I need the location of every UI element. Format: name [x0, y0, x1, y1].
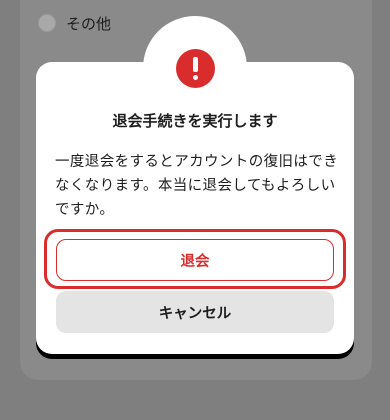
dialog-title: 退会手続きを実行します — [112, 112, 278, 130]
option-label: その他 — [66, 14, 112, 33]
dialog-message: 一度退会をするとアカウントの復旧はできなくなります。本当に退会してもよろしいです… — [55, 154, 339, 218]
exclamation-bar — [193, 57, 198, 72]
background-option-other: その他 — [38, 10, 111, 36]
withdraw-button[interactable]: 退会 — [56, 239, 334, 281]
cancel-button[interactable]: キャンセル — [56, 291, 334, 333]
exclamation-dot — [193, 75, 198, 80]
radio-button — [38, 14, 56, 32]
exclamation-icon — [176, 49, 215, 88]
